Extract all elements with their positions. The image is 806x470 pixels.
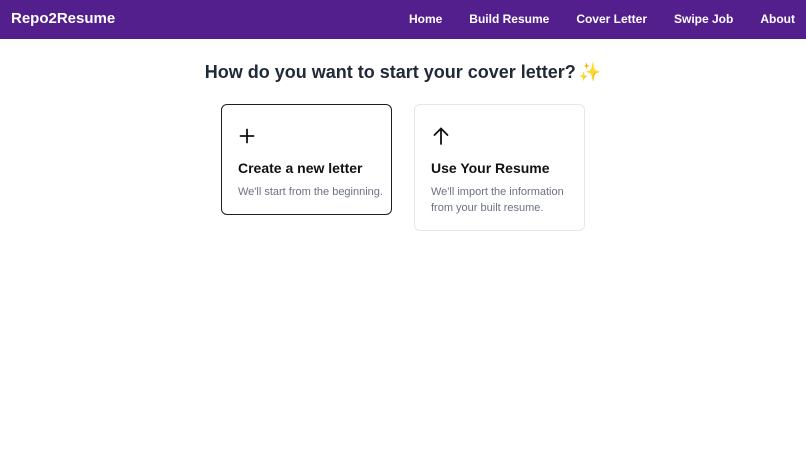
top-navbar: Repo2Resume Home Build Resume Cover Lett… bbox=[0, 0, 806, 39]
nav-link-about[interactable]: About bbox=[760, 12, 795, 26]
option-title: Create a new letter bbox=[238, 160, 363, 176]
arrow-up-icon bbox=[433, 127, 449, 145]
option-description: We'll import the information from your b… bbox=[431, 186, 564, 214]
nav-links: Home Build Resume Cover Letter Swipe Job… bbox=[409, 12, 795, 26]
nav-link-home[interactable]: Home bbox=[409, 12, 442, 26]
option-card-new-letter[interactable]: Create a new letter We'll start from the… bbox=[221, 104, 392, 215]
page-heading: How do you want to start your cover lett… bbox=[0, 61, 806, 83]
plus-icon bbox=[239, 128, 255, 144]
option-title: Use Your Resume bbox=[431, 160, 550, 176]
brand-logo-text[interactable]: Repo2Resume bbox=[11, 10, 115, 28]
page-heading-text: How do you want to start your cover lett… bbox=[204, 62, 576, 82]
nav-link-build-resume[interactable]: Build Resume bbox=[469, 12, 549, 26]
nav-link-cover-letter[interactable]: Cover Letter bbox=[576, 12, 647, 26]
option-card-use-resume[interactable]: Use Your Resume We'll import the informa… bbox=[414, 104, 585, 231]
sparkles-icon: ✨ bbox=[578, 62, 602, 82]
nav-link-swipe-job[interactable]: Swipe Job bbox=[674, 12, 733, 26]
option-description: We'll start from the beginning. bbox=[238, 186, 383, 198]
